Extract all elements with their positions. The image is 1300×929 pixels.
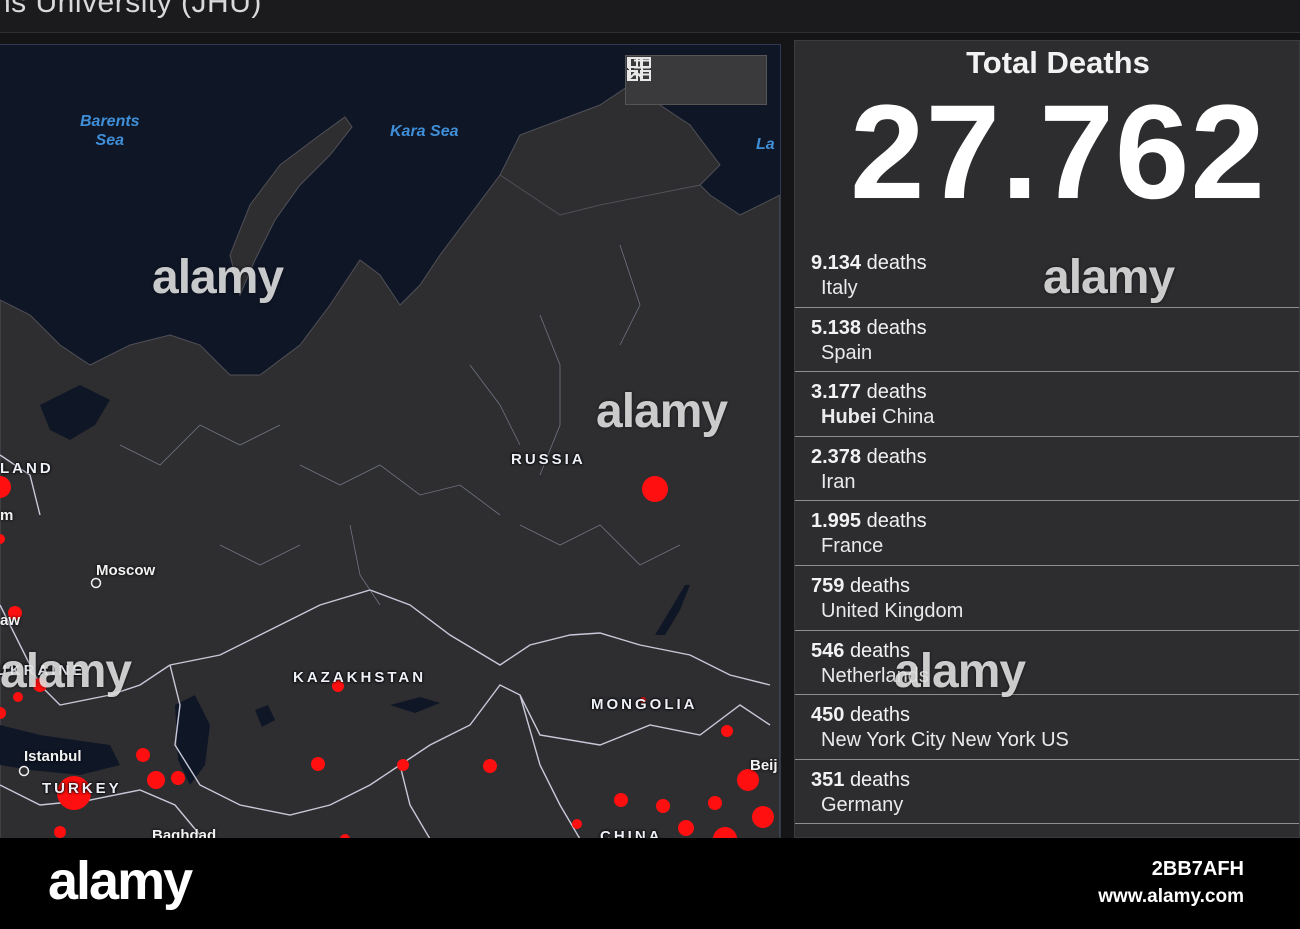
death-place: Germany	[821, 793, 904, 816]
death-count: 450	[811, 704, 845, 727]
deaths-list-item[interactable]: 450 deaths New York City New York US	[795, 695, 1299, 760]
list-icon[interactable]	[628, 59, 712, 96]
death-count: 546	[811, 639, 845, 662]
case-dot-china-3	[708, 796, 722, 810]
footer-image-id: 2BB7AFH	[1151, 858, 1244, 880]
deaths-list-item[interactable]: 3.177 deaths Hubei China	[795, 372, 1299, 437]
beijing-label: Beij	[750, 757, 778, 774]
map-panel[interactable]: Barents Sea Kara Sea La RUSSIA KAZAKHSTA…	[0, 44, 781, 838]
death-count: 1.995	[811, 510, 862, 533]
kazakhstan-label: KAZAKHSTAN	[293, 669, 427, 686]
case-dot-ukraine	[33, 678, 47, 692]
deaths-list-item[interactable]: 9.134 deaths Italy	[795, 243, 1299, 308]
ukraine-label: UKRAINE	[0, 662, 86, 679]
case-dot-russia	[642, 476, 668, 502]
case-dot-turkey-east	[136, 748, 150, 762]
moscow-point	[90, 577, 102, 589]
dashboard-title-bar: ns University (JHU)	[0, 0, 1300, 33]
barents-sea-label: Barents Sea	[80, 113, 140, 149]
eurasia-landmass	[0, 114, 780, 838]
grid-icon[interactable]	[627, 57, 759, 96]
deaths-list-item[interactable]: 2.378 deaths Iran	[795, 437, 1299, 502]
deaths-unit: deaths	[849, 768, 910, 791]
map-toolbar	[625, 55, 767, 105]
finland-label: LAND	[0, 460, 54, 477]
death-region: Hubei	[821, 406, 877, 429]
death-count: 3.177	[811, 381, 862, 404]
case-dot-china-5	[614, 793, 628, 807]
case-dot-china-6	[678, 820, 694, 836]
death-count: 2.378	[811, 445, 862, 468]
footer-logo: alamy	[48, 851, 193, 911]
stock-footer: alamy 2BB7AFH www.alamy.com	[0, 838, 1300, 929]
case-dot-inner-mongolia	[721, 725, 733, 737]
kara-sea-label: Kara Sea	[390, 123, 459, 140]
case-dot-uzbekistan	[311, 757, 325, 771]
case-dot-china-2	[752, 806, 774, 828]
death-count: 5.138	[811, 316, 862, 339]
laptev-sea-label: La	[756, 136, 775, 153]
case-dot-kyrgyzstan	[397, 759, 409, 771]
novaya-zemlya	[229, 116, 353, 297]
deaths-unit: deaths	[849, 704, 910, 727]
death-count: 9.134	[811, 252, 862, 274]
footer-url: www.alamy.com	[1098, 886, 1244, 907]
warsaw-label: aw	[0, 612, 21, 629]
russia-label: RUSSIA	[511, 451, 586, 468]
dashboard-title: ns University (JHU)	[0, 0, 262, 19]
istanbul-point	[18, 765, 30, 777]
case-dot-ukraine-west	[13, 692, 23, 702]
moscow-label: Moscow	[96, 562, 156, 579]
case-dot-iran-north	[147, 771, 165, 789]
death-count: 759	[811, 574, 845, 597]
turkey-label: TURKEY	[42, 780, 122, 797]
deaths-unit: deaths	[866, 316, 927, 339]
death-place: Hubei China	[821, 406, 935, 429]
screen: ns University (JHU) Barents Sea Kara Sea…	[0, 0, 1300, 838]
mongolia-label: MONGOLIA	[591, 696, 698, 713]
deaths-unit: deaths	[866, 445, 927, 468]
death-place: Spain	[821, 341, 873, 364]
deaths-unit: deaths	[866, 510, 927, 533]
deaths-list-item[interactable]: 1.995 deaths France	[795, 501, 1299, 566]
istanbul-label: Istanbul	[24, 748, 82, 765]
deaths-list-item[interactable]: 759 deaths United Kingdom	[795, 566, 1299, 631]
case-dot-xinjiang	[483, 759, 497, 773]
deaths-unit: deaths	[849, 639, 910, 662]
map-canvas[interactable]	[0, 45, 780, 838]
total-deaths-title: Total Deaths	[966, 45, 1150, 80]
death-place: United Kingdom	[821, 599, 964, 622]
case-dot-china-8	[572, 819, 582, 829]
deaths-list-item[interactable]: 546 deaths Netherlands	[795, 631, 1299, 696]
death-count: 351	[811, 768, 845, 791]
death-place: France	[821, 535, 884, 558]
case-dot-iraq	[54, 826, 66, 838]
deaths-unit: deaths	[849, 574, 910, 597]
baghdad-label: Baghdad	[152, 827, 217, 838]
death-place: New York City New York US	[821, 729, 1069, 752]
case-dot-iran-east	[171, 771, 185, 785]
total-deaths-panel: Total Deaths 27.762 9.134 deaths Italy 5…	[794, 40, 1300, 838]
stockholm-label: m	[0, 507, 14, 524]
death-place: Netherlands	[821, 664, 929, 687]
deaths-list-item[interactable]: 5.138 deaths Spain	[795, 308, 1299, 373]
death-place: Italy	[821, 277, 858, 299]
china-label: CHINA	[600, 828, 663, 838]
deaths-unit: deaths	[866, 381, 927, 404]
total-deaths-value: 27.762	[850, 78, 1266, 227]
case-dot-china-4	[656, 799, 670, 813]
deaths-unit: deaths	[866, 252, 927, 274]
death-place: Iran	[821, 470, 856, 493]
deaths-list[interactable]: 9.134 deaths Italy 5.138 deaths Spain 3.…	[795, 243, 1299, 825]
deaths-list-item[interactable]: 351 deaths Germany	[795, 760, 1299, 825]
